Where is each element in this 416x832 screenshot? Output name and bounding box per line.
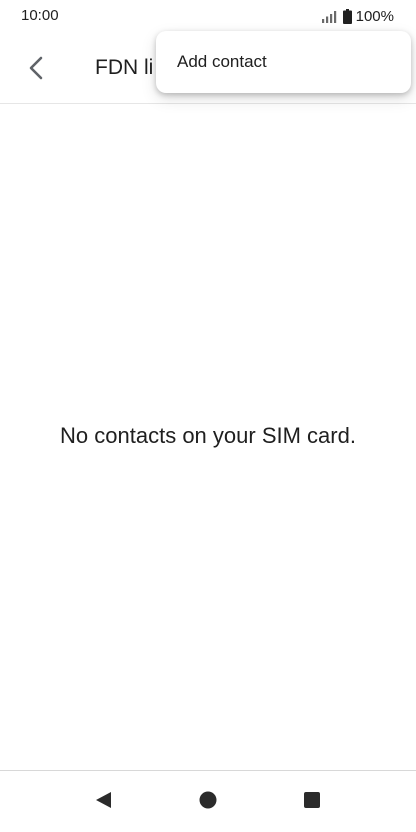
status-bar: 10:00 100%	[0, 0, 416, 32]
status-time: 10:00	[21, 7, 59, 24]
battery-icon	[342, 8, 352, 24]
nav-home-button[interactable]	[193, 785, 223, 815]
home-circle-icon	[198, 790, 218, 810]
menu-item-add-contact[interactable]: Add contact	[156, 31, 411, 93]
recents-square-icon	[302, 790, 322, 810]
nav-back-button[interactable]	[88, 785, 118, 815]
overflow-menu: Add contact	[156, 31, 411, 93]
page-title: FDN li	[95, 56, 154, 79]
status-indicators: 100%	[321, 7, 394, 25]
chevron-left-icon	[26, 55, 46, 81]
empty-state-message: No contacts on your SIM card.	[60, 423, 356, 448]
battery-percent: 100%	[355, 7, 394, 25]
nav-recents-button[interactable]	[297, 785, 327, 815]
signal-icon	[321, 9, 339, 23]
menu-item-label: Add contact	[177, 52, 267, 71]
back-button[interactable]	[14, 46, 58, 90]
navigation-bar	[0, 770, 416, 832]
back-triangle-icon	[93, 790, 113, 810]
